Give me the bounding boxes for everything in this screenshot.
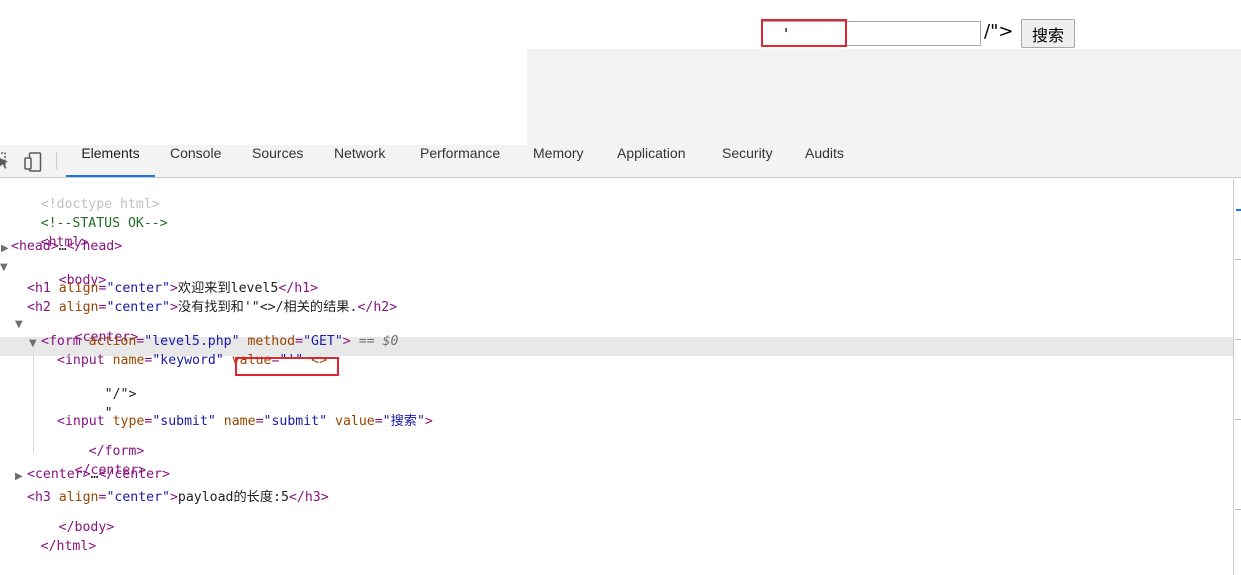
dom-line-input-submit[interactable]: <input type="submit" name="submit" value… (57, 410, 433, 429)
dom-line-h2[interactable]: <h2 align="center">没有找到和'"<>/相关的结果.</h2> (27, 296, 397, 315)
h3-open-tag: <h3 (27, 490, 51, 505)
attr-value: "'" (279, 353, 304, 368)
stray-text: /"> (984, 21, 1014, 42)
indent-guide (33, 356, 34, 453)
tab-network[interactable]: Network (334, 145, 385, 177)
tag-gt: > (169, 300, 178, 315)
h2-text: 没有找到和'"<>/相关的结果. (177, 300, 358, 315)
attr-value: "submit" (263, 414, 328, 429)
dom-line-form-close[interactable]: </form> (41, 429, 145, 459)
page-viewport: /"> 搜索 (0, 0, 1241, 145)
attr-name-injected: <> (311, 353, 328, 368)
head-close-tag: </head> (66, 239, 123, 254)
attr-name: align (58, 490, 99, 505)
attr-name: method (247, 334, 296, 349)
attr-name: value (231, 353, 272, 368)
h3-text: payload的长度:5 (177, 490, 289, 505)
h1-text: 欢迎来到level5 (177, 281, 279, 296)
attr-name: value (335, 414, 375, 429)
attr-name: align (58, 300, 99, 315)
form-open-tag: <form (41, 334, 81, 349)
input-open-tag: <input (57, 353, 105, 368)
head-open-tag: <head> (11, 239, 59, 254)
side-pane-divider (1235, 259, 1241, 260)
h2-open-tag: <h2 (27, 300, 51, 315)
devtools-panel: Elements Console Sources Network Perform… (0, 145, 1241, 575)
attr-name: type (112, 414, 145, 429)
devtools-toolbar: Elements Console Sources Network Perform… (0, 145, 1241, 178)
tag-gt: > (169, 281, 178, 296)
dom-line-html-close[interactable]: </html> (0, 524, 97, 554)
h1-open-tag: <h1 (27, 281, 51, 296)
collapse-triangle-icon[interactable]: ▼ (0, 262, 8, 273)
dom-line-text-node[interactable]: "/"> (57, 372, 137, 402)
tab-audits[interactable]: Audits (805, 145, 844, 177)
tag-gt: > (342, 334, 351, 349)
dom-line-h1[interactable]: <h1 align="center">欢迎来到level5</h1> (27, 277, 318, 296)
attr-value: "center" (106, 300, 170, 315)
attr-name: name (112, 353, 145, 368)
collapse-triangle-icon[interactable]: ▼ (15, 319, 23, 330)
h2-close-tag: </h2> (357, 300, 398, 315)
attr-name: action (88, 334, 137, 349)
attr-name: align (58, 281, 99, 296)
dom-line-h3[interactable]: <h3 align="center">payload的长度:5</h3> (27, 486, 329, 505)
dom-line-form[interactable]: <form action="level5.php" method="GET"> … (41, 334, 398, 353)
head-ellipsis: … (58, 239, 67, 254)
tab-elements[interactable]: Elements (66, 145, 155, 177)
styles-side-pane[interactable] (1233, 179, 1241, 575)
keyword-input[interactable] (762, 21, 981, 46)
dom-line-body[interactable]: <body> (11, 258, 107, 288)
dom-line-html[interactable]: <html> (0, 220, 89, 250)
center-open-tag: <center> (27, 467, 91, 482)
attr-value: "keyword" (152, 353, 224, 368)
attr-value: "搜索" (382, 414, 425, 429)
dom-line-body-close[interactable]: </body> (11, 505, 115, 535)
dom-line-doctype[interactable]: <!doctype html> (0, 182, 160, 212)
elements-tree: <!doctype html> <!--STATUS OK--> <html> … (0, 179, 1233, 575)
tab-security[interactable]: Security (722, 145, 773, 177)
side-pane-tab-indicator (1236, 209, 1241, 211)
attr-value: "GET" (303, 334, 343, 349)
collapse-triangle-icon[interactable]: ▼ (29, 338, 37, 349)
submit-button[interactable]: 搜索 (1021, 19, 1075, 48)
expand-triangle-icon[interactable]: ▶ (15, 471, 23, 482)
dom-line-input-keyword[interactable]: <input name="keyword" value="'" <> (57, 353, 327, 372)
html-close-tag: </html> (40, 539, 97, 554)
expand-triangle-icon[interactable]: ▶ (1, 243, 9, 254)
selected-node-ref: == $0 (358, 334, 399, 349)
device-toggle-icon[interactable] (24, 152, 42, 172)
input-open-tag: <input (57, 414, 105, 429)
dom-line-center-close[interactable]: </center> (27, 448, 146, 478)
inspect-icon[interactable] (0, 152, 10, 170)
tag-gt: > (169, 490, 178, 505)
attr-value: "center" (106, 281, 170, 296)
tab-sources[interactable]: Sources (252, 145, 303, 177)
tag-gt: > (424, 414, 433, 429)
dom-line-center-2[interactable]: <center>…</center> (27, 467, 170, 486)
side-pane-divider (1235, 419, 1241, 420)
h1-close-tag: </h1> (278, 281, 319, 296)
side-pane-divider (1235, 339, 1241, 340)
dom-line-head[interactable]: <head>…</head> (11, 239, 122, 258)
side-pane-divider (1235, 509, 1241, 510)
tab-console[interactable]: Console (170, 145, 221, 177)
dom-line-text-node[interactable]: " (57, 391, 113, 421)
attr-value: "submit" (152, 414, 216, 429)
toolbar-separator (56, 152, 57, 170)
center-close-tag: </center> (98, 467, 170, 482)
page-gray-panel (527, 49, 1241, 145)
tab-application[interactable]: Application (617, 145, 686, 177)
attr-name: name (223, 414, 256, 429)
attr-value: "level5.php" (144, 334, 240, 349)
tab-performance[interactable]: Performance (420, 145, 500, 177)
dom-line-center[interactable]: <center> (27, 315, 139, 345)
attr-value: "center" (106, 490, 170, 505)
tab-memory[interactable]: Memory (533, 145, 584, 177)
dom-line-comment[interactable]: <!--STATUS OK--> (0, 201, 168, 231)
h3-close-tag: </h3> (288, 490, 329, 505)
